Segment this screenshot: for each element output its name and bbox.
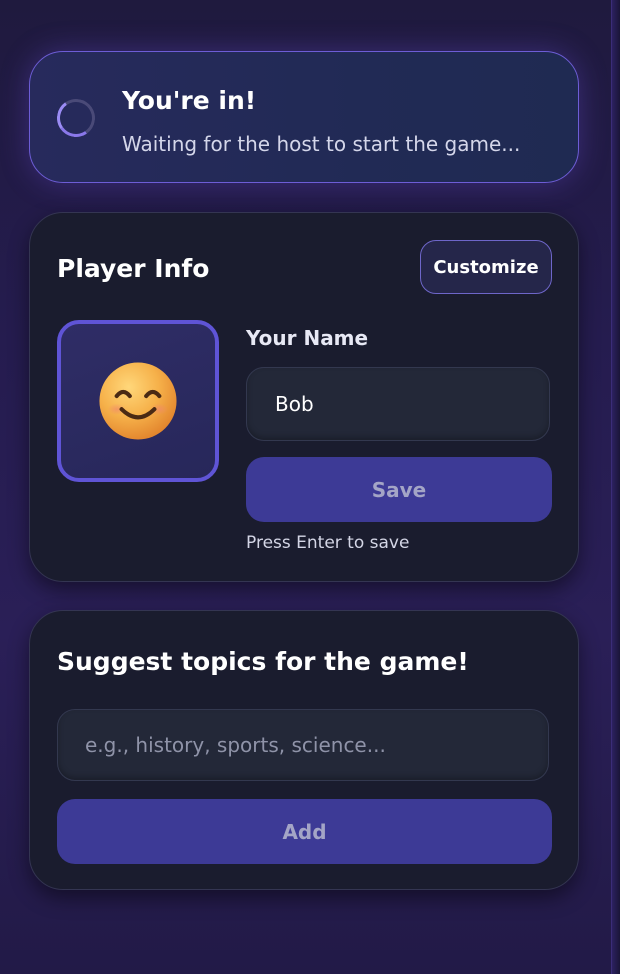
lobby-screen: You're in! Waiting for the host to start… xyxy=(0,0,612,974)
smiling-face-icon xyxy=(99,362,177,440)
add-topic-button[interactable]: Add xyxy=(57,799,552,864)
topics-title: Suggest topics for the game! xyxy=(57,647,469,676)
status-subtitle: Waiting for the host to start the game..… xyxy=(122,132,521,156)
status-banner: You're in! Waiting for the host to start… xyxy=(29,51,579,183)
player-info-title: Player Info xyxy=(57,254,210,283)
topic-input[interactable] xyxy=(57,709,549,781)
save-button[interactable]: Save xyxy=(246,457,552,522)
loading-spinner-icon xyxy=(53,95,99,141)
player-info-card: Player Info Customize Your Name Bob Save… xyxy=(29,212,579,582)
name-label: Your Name xyxy=(246,326,369,350)
customize-button[interactable]: Customize xyxy=(420,240,552,294)
avatar[interactable] xyxy=(57,320,219,482)
window-edge xyxy=(611,0,620,974)
status-title: You're in! xyxy=(122,86,257,115)
save-hint: Press Enter to save xyxy=(246,533,410,553)
name-input[interactable] xyxy=(246,367,550,441)
topics-card: Suggest topics for the game! Add xyxy=(29,610,579,890)
